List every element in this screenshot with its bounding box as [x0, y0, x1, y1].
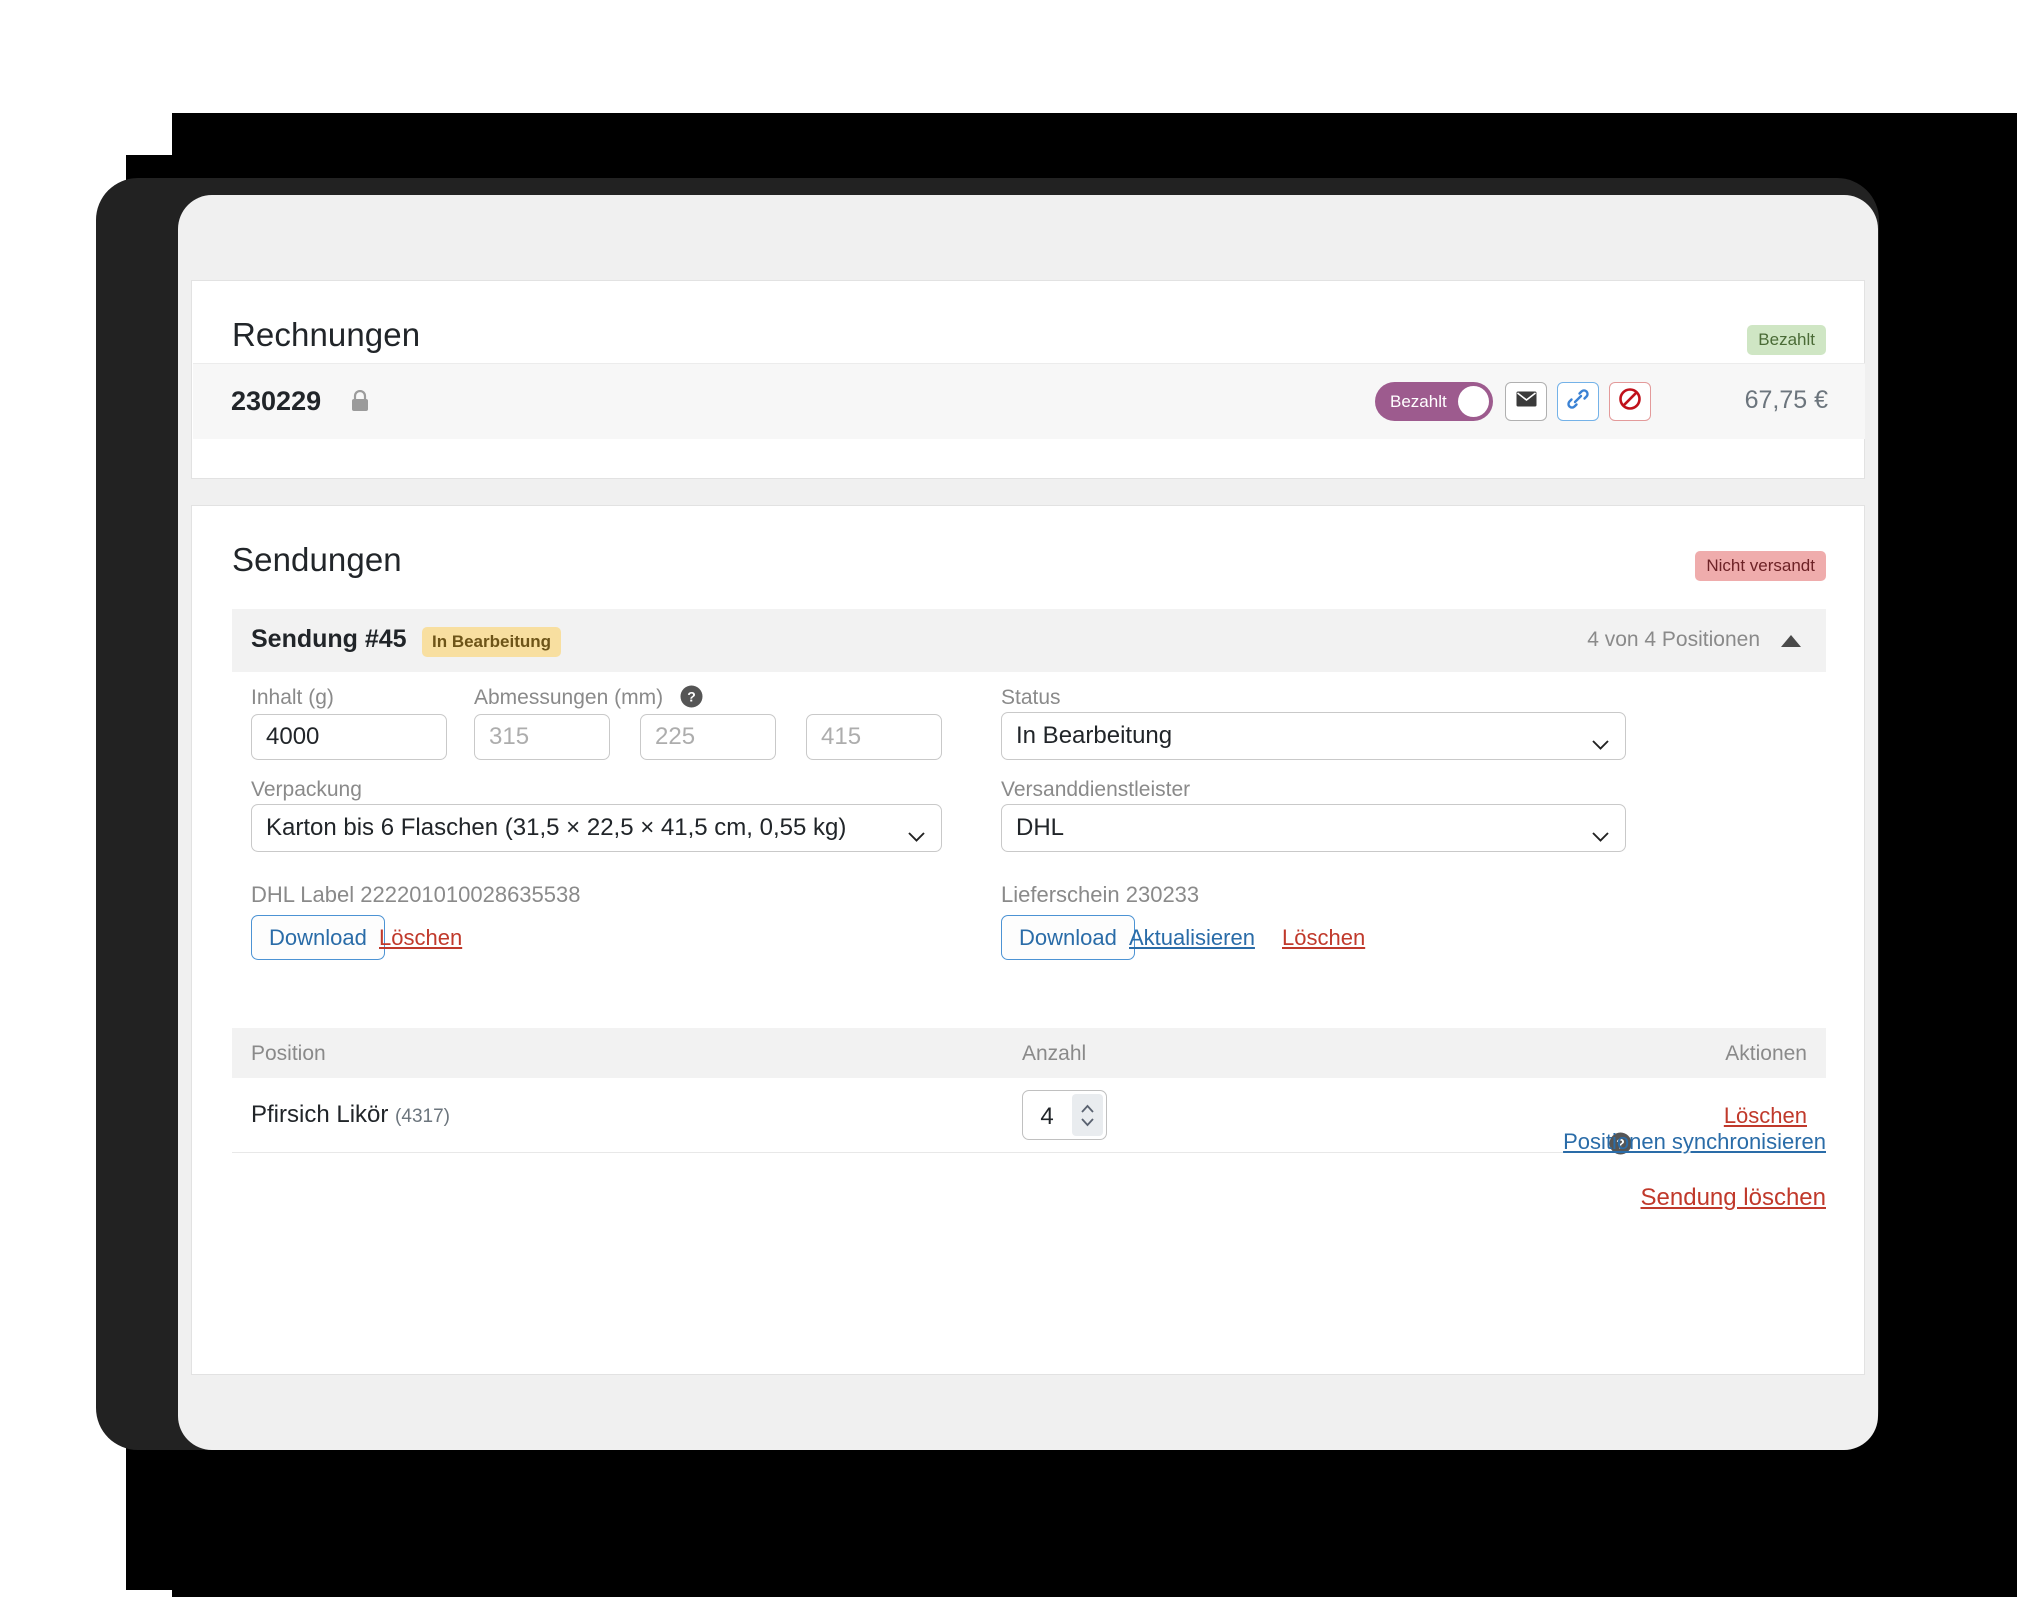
- caret-up-icon[interactable]: [1781, 635, 1801, 647]
- carrier-select[interactable]: DHL: [1001, 804, 1626, 852]
- column-header-position: Position: [251, 1042, 326, 1065]
- shipments-title: Sendungen: [232, 541, 402, 578]
- invoice-paid-toggle[interactable]: Bezahlt: [1375, 382, 1493, 421]
- dimension-height-input[interactable]: 415: [806, 714, 942, 760]
- carrier-label: Versanddienstleister: [1001, 778, 1191, 801]
- svg-text:?: ?: [687, 689, 696, 705]
- shipment-status-badge: In Bearbeitung: [422, 627, 562, 657]
- delete-shipment-link[interactable]: Sendung löschen: [1641, 1184, 1826, 1212]
- status-label: Status: [1001, 686, 1061, 709]
- envelope-icon: [1516, 391, 1537, 412]
- help-circle-icon[interactable]: ?: [680, 685, 703, 708]
- shipments-card: Sendungen Nicht versandt Sendung #45 In …: [191, 505, 1865, 1375]
- chevron-down-icon: [1592, 821, 1609, 842]
- packaging-label: Verpackung: [251, 778, 362, 801]
- shipment-accordion-header[interactable]: Sendung #45 In Bearbeitung 4 von 4 Posit…: [232, 609, 1826, 672]
- delivery-note-update-link[interactable]: Aktualisieren: [1129, 925, 1255, 951]
- dhl-label-download-button[interactable]: Download: [251, 915, 385, 960]
- positions-table-header: Position Anzahl Aktionen: [232, 1028, 1826, 1078]
- invoice-row[interactable]: 230229 Bezahlt 67,75 €: [193, 363, 1865, 439]
- device-screen: Rechnungen Bezahlt 230229 Bezahlt 67,75 …: [178, 195, 1878, 1450]
- position-name-text: Pfirsich Likör: [251, 1101, 389, 1128]
- column-header-quantity: Anzahl: [1022, 1042, 1087, 1065]
- column-header-actions: Aktionen: [1725, 1042, 1807, 1065]
- carrier-select-value: DHL: [1016, 814, 1065, 841]
- link-icon: [1567, 388, 1589, 415]
- block-icon: [1618, 387, 1642, 416]
- weight-label: Inhalt (g): [251, 686, 334, 709]
- packaging-select[interactable]: Karton bis 6 Flaschen (31,5 × 22,5 × 41,…: [251, 804, 942, 852]
- weight-input[interactable]: 4000: [251, 714, 447, 760]
- invoice-amount: 67,75 €: [1744, 386, 1828, 414]
- chevron-down-icon: [1592, 729, 1609, 750]
- status-select-value: In Bearbeitung: [1016, 722, 1173, 749]
- delivery-note-delete-link[interactable]: Löschen: [1282, 925, 1365, 951]
- chevron-down-icon: [908, 821, 925, 842]
- lock-icon: [351, 389, 369, 412]
- shipment-positions-count: 4 von 4 Positionen: [1587, 628, 1760, 651]
- invoices-status-badge: Bezahlt: [1747, 325, 1826, 355]
- dhl-label-delete-link[interactable]: Löschen: [379, 925, 462, 951]
- status-select[interactable]: In Bearbeitung: [1001, 712, 1626, 760]
- delivery-note-title: Lieferschein 230233: [1001, 882, 1200, 907]
- packaging-select-value: Karton bis 6 Flaschen (31,5 × 22,5 × 41,…: [266, 814, 847, 841]
- shipments-status-badge: Nicht versandt: [1695, 551, 1826, 581]
- toggle-knob: [1458, 386, 1489, 417]
- shipment-title: Sendung #45: [251, 625, 407, 653]
- quantity-stepper[interactable]: 4: [1022, 1090, 1107, 1140]
- position-delete-link[interactable]: Löschen: [1724, 1103, 1807, 1129]
- dimension-width-input[interactable]: 225: [640, 714, 776, 760]
- dimensions-label: Abmessungen (mm): [474, 686, 664, 709]
- invoices-title: Rechnungen: [232, 316, 421, 353]
- sync-positions-link[interactable]: Positionen synchronisieren: [1563, 1129, 1826, 1155]
- position-name: Pfirsich Likör (4317): [251, 1101, 450, 1129]
- invoices-card: Rechnungen Bezahlt 230229 Bezahlt 67,75 …: [191, 280, 1865, 479]
- delivery-note-download-button[interactable]: Download: [1001, 915, 1135, 960]
- stepper-buttons[interactable]: [1072, 1094, 1103, 1136]
- send-email-button[interactable]: [1505, 382, 1547, 421]
- dimension-length-input[interactable]: 315: [474, 714, 610, 760]
- quantity-value: 4: [1040, 1103, 1054, 1130]
- invoice-number: 230229: [231, 386, 322, 416]
- dhl-label-title: DHL Label 222201010028635538: [251, 882, 581, 907]
- invoice-paid-toggle-label: Bezahlt: [1390, 392, 1447, 411]
- cancel-invoice-button[interactable]: [1609, 382, 1651, 421]
- position-sku: (4317): [395, 1106, 450, 1127]
- copy-link-button[interactable]: [1557, 382, 1599, 421]
